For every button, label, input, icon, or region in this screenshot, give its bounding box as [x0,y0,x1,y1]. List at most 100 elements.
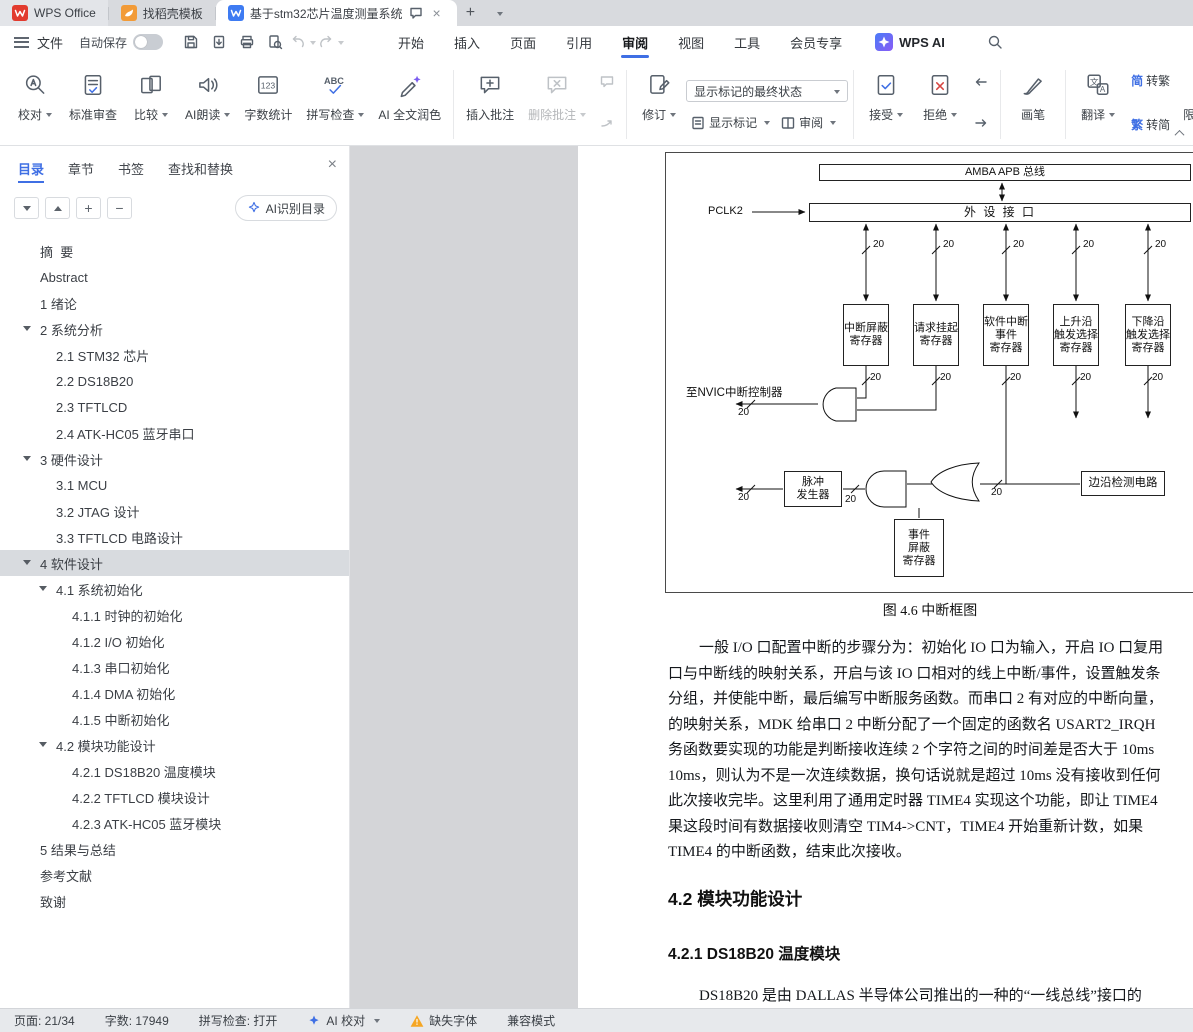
tab-view[interactable]: 视图 [663,26,719,58]
page-indicator[interactable]: 页面: 21/34 [14,1012,75,1029]
word-count-indicator[interactable]: 字数: 17949 [105,1012,169,1029]
chevron-down-icon[interactable] [39,742,47,751]
word-count-button[interactable]: 123 字数统计 [237,68,299,141]
close-tab-icon[interactable]: × [429,5,445,21]
toc-item[interactable]: 参考文献 [0,862,349,888]
text-line[interactable]: TIME4 的中断函数，结束此次接收。 [668,840,1193,866]
main-menu-icon[interactable] [14,36,29,48]
file-menu[interactable]: 文件 [37,33,63,52]
simplified-to-traditional-button[interactable]: 简转繁 [1127,70,1174,91]
tab-membership[interactable]: 会员专享 [775,26,857,58]
document-page[interactable]: AMBA APB 总线 PCLK2 外 设 接 口 中断屏蔽 寄存器 请求挂起 … [578,146,1193,1008]
tab-insert[interactable]: 插入 [439,26,495,58]
next-revision-icon[interactable] [969,111,993,135]
toc-item[interactable]: 4.1.3 串口初始化 [0,654,349,680]
compare-button[interactable]: 比较 [124,68,178,141]
traditional-to-simplified-button[interactable]: 繁转简 [1127,114,1174,135]
toc-item[interactable]: 2.1 STM32 芯片 [0,342,349,368]
toc-item[interactable]: Abstract [0,264,349,290]
review-pane-button[interactable]: 审阅 [776,112,840,133]
toc-item[interactable]: 4.2.1 DS18B20 温度模块 [0,758,349,784]
sidebar-tab-sections[interactable]: 章节 [68,146,94,190]
sidebar-tab-bookmarks[interactable]: 书签 [118,146,144,190]
figure-4-6-interrupt-diagram[interactable]: AMBA APB 总线 PCLK2 外 设 接 口 中断屏蔽 寄存器 请求挂起 … [665,152,1193,593]
toc-item[interactable]: 3.1 MCU [0,472,349,498]
chevron-down-icon[interactable] [39,586,47,595]
text-line[interactable]: 务函数要实现的功能是判断接收连续 2 个字符之间的时间差是否大于 10ms [668,738,1193,764]
text-line[interactable]: 10ms，则认为不是一次连续数据，换句话说就是超过 10ms 没有接收到任何 [668,764,1193,790]
chevron-down-icon[interactable] [23,456,31,465]
translate-button[interactable]: 文A 翻译 [1071,68,1125,141]
tab-reference[interactable]: 引用 [551,26,607,58]
toc-item[interactable]: 1 绪论 [0,290,349,316]
toc-item[interactable]: 2 系统分析 [0,316,349,342]
new-tab-button[interactable]: + [457,0,484,26]
text-line[interactable]: 口与中断线的映射关系，开启与该 IO 口相对的线上中断/事件，设置触发条 [668,662,1193,688]
toc-item[interactable]: 2.4 ATK-HC05 蓝牙串口 [0,420,349,446]
toc-item[interactable]: 4.1.2 I/O 初始化 [0,628,349,654]
text-line[interactable]: 分组，并使能中断，最后编写中断服务函数。而串口 2 有对应的中断向量， [668,687,1193,713]
tab-tools[interactable]: 工具 [719,26,775,58]
toc-item[interactable]: 4.1.5 中断初始化 [0,706,349,732]
reject-button[interactable]: 拒绝 [913,68,967,141]
paragraph-ds18b20[interactable]: DS18B20 是由 DALLAS 半导体公司推出的一种的“一线总线”接口的 [668,984,1193,1005]
heading-4-2-1[interactable]: 4.2.1 DS18B20 温度模块 [668,942,840,964]
ai-proofread-indicator[interactable]: AI 校对 [307,1012,381,1029]
doc-chat-icon[interactable] [409,6,423,20]
toc-item[interactable]: 3 硬件设计 [0,446,349,472]
toc-item[interactable]: 2.2 DS18B20 [0,368,349,394]
tab-document[interactable]: 基于stm32芯片温度测量系统 × [215,0,457,26]
search-button[interactable] [981,29,1009,55]
chevron-down-icon[interactable] [23,326,31,335]
document-canvas[interactable]: AMBA APB 总线 PCLK2 外 设 接 口 中断屏蔽 寄存器 请求挂起 … [350,146,1193,1008]
save-button[interactable] [177,30,205,54]
toc-item[interactable]: 2.3 TFTLCD [0,394,349,420]
insert-comment-button[interactable]: 插入批注 [459,68,521,141]
tab-home[interactable]: 开始 [383,26,439,58]
tab-page[interactable]: 页面 [495,26,551,58]
wps-ai-button[interactable]: WPS AI [875,33,945,51]
text-line[interactable]: 果这段时间有数据接收则清空 TIM4->CNT，TIME4 开始重新计数，如果 [668,815,1193,841]
tab-wps-office[interactable]: WPS Office [0,0,108,26]
toc-item[interactable]: 4.1 系统初始化 [0,576,349,602]
accept-button[interactable]: 接受 [859,68,913,141]
text-line[interactable]: 一般 I/O 口配置中断的步骤分为：初始化 IO 口为输入，开启 IO 口复用 [668,636,1193,662]
export-button[interactable] [205,30,233,54]
text-line[interactable]: 的映射关系，MDK 给串口 2 中断分配了一个固定的函数名 USART2_IRQ… [668,713,1193,739]
previous-revision-icon[interactable] [969,70,993,94]
proofread-button[interactable]: 校对 [8,68,62,141]
zoom-out-outline-button[interactable]: − [107,197,132,219]
print-button[interactable] [233,30,261,54]
zoom-in-outline-button[interactable]: + [76,197,101,219]
toc-item[interactable]: 致谢 [0,888,349,914]
figure-caption[interactable]: 图 4.6 中断框图 [665,600,1193,620]
toc-item[interactable]: 5 结果与总结 [0,836,349,862]
tab-docer[interactable]: 找稻壳模板 [109,0,215,26]
close-sidebar-icon[interactable]: × [328,157,337,173]
tab-list-button[interactable] [484,0,512,26]
paragraph-interrupt-steps[interactable]: 一般 I/O 口配置中断的步骤分为：初始化 IO 口为输入，开启 IO 口复用 … [668,636,1193,866]
toc-item[interactable]: 摘 要 [0,238,349,264]
standard-review-button[interactable]: 标准审查 [62,68,124,141]
toc-item[interactable]: 4.2.3 ATK-HC05 蓝牙模块 [0,810,349,836]
toc-item[interactable]: 4.2 模块功能设计 [0,732,349,758]
sidebar-tab-find-replace[interactable]: 查找和替换 [168,146,233,190]
text-line[interactable]: 此次接收完毕。这里利用了通用定时器 TIME4 实现这个功能，即让 TIME4 [668,789,1193,815]
spell-check-button[interactable]: ABC 拼写检查 [299,68,371,141]
toc-item[interactable]: 4.2.2 TFTLCD 模块设计 [0,784,349,810]
print-preview-button[interactable] [261,30,289,54]
ai-read-button[interactable]: AI朗读 [178,68,237,141]
toc-item-selected[interactable]: 4 软件设计 [0,550,349,576]
show-markup-button[interactable]: 显示标记 [686,112,774,133]
toc-item[interactable]: 4.1.4 DMA 初始化 [0,680,349,706]
missing-font-indicator[interactable]: 缺失字体 [410,1012,477,1029]
ai-polish-button[interactable]: AI 全文润色 [371,68,448,141]
collapse-all-button[interactable] [45,197,70,219]
toc-item[interactable]: 3.2 JTAG 设计 [0,498,349,524]
chevron-down-icon[interactable] [23,560,31,569]
heading-4-2[interactable]: 4.2 模块功能设计 [668,886,802,911]
collapse-ribbon-button[interactable] [1171,126,1187,140]
toc-item[interactable]: 3.3 TFTLCD 电路设计 [0,524,349,550]
toc-item[interactable]: 4.1.1 时钟的初始化 [0,602,349,628]
ai-recognize-toc-button[interactable]: AI识别目录 [234,195,337,221]
